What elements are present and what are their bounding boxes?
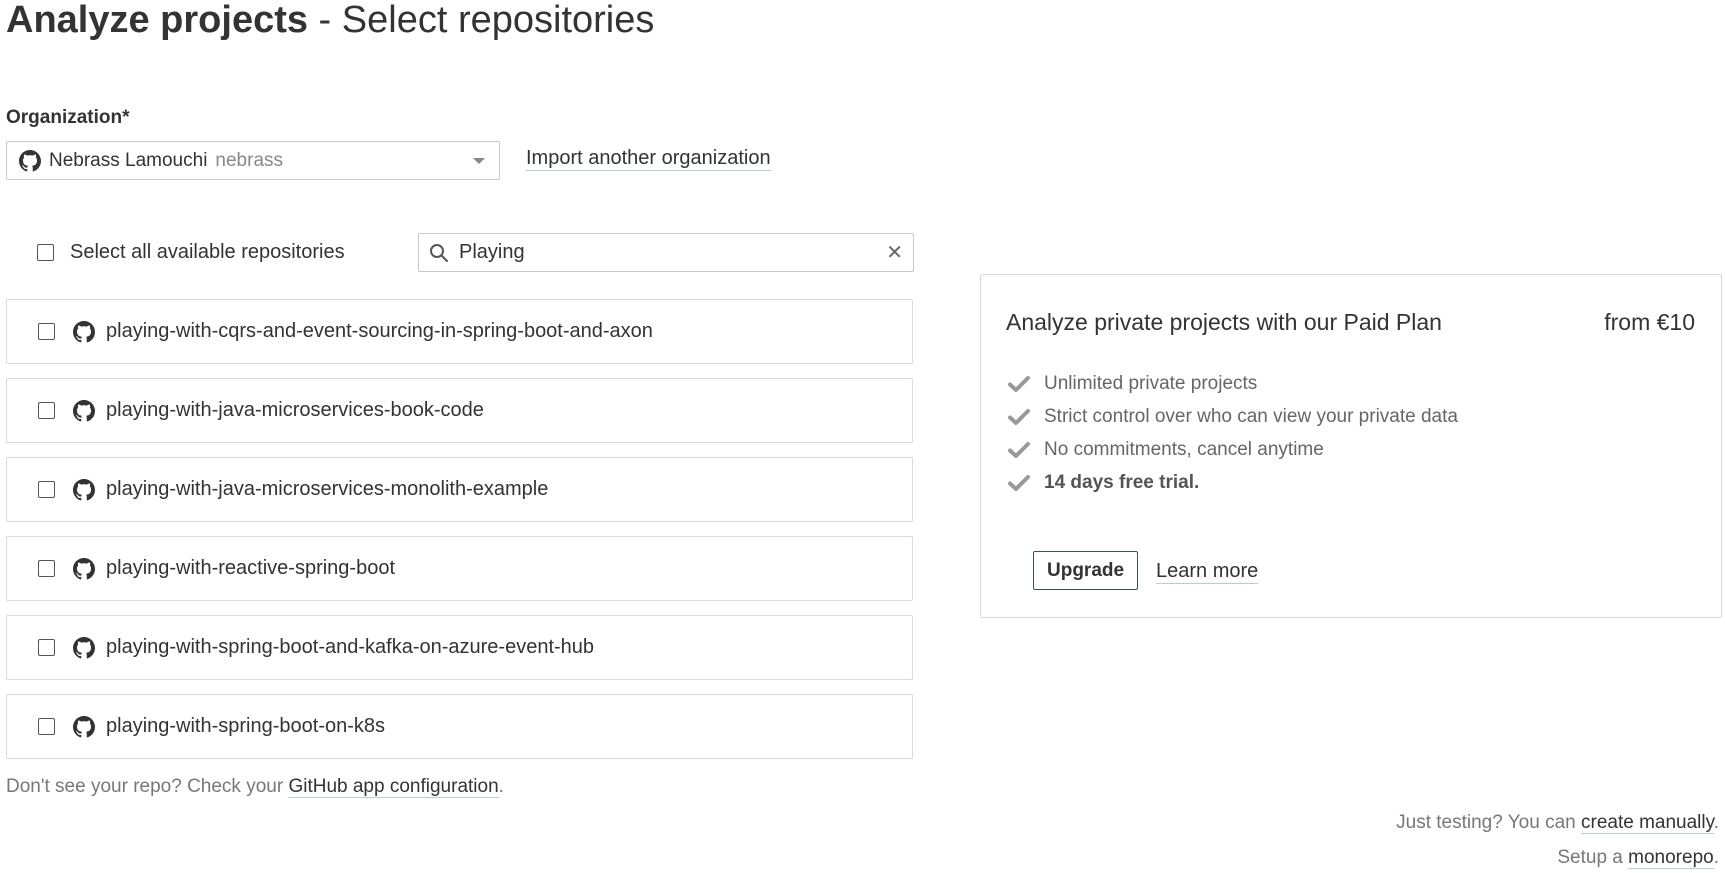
github-icon: [73, 320, 95, 342]
repo-checkbox[interactable]: [38, 481, 55, 498]
plan-feature-text: Strict control over who can view your pr…: [1044, 405, 1458, 427]
select-all-label[interactable]: Select all available repositories: [70, 241, 345, 264]
monorepo-link[interactable]: monorepo: [1628, 847, 1714, 869]
repo-name: playing-with-spring-boot-and-kafka-on-az…: [106, 636, 595, 658]
repo-checkbox[interactable]: [38, 402, 55, 419]
check-icon: [1008, 474, 1030, 491]
missing-repo-end: .: [498, 776, 504, 797]
repo-checkbox[interactable]: [38, 718, 55, 735]
repo-row[interactable]: playing-with-spring-boot-on-k8s: [6, 694, 913, 759]
plan-feature: No commitments, cancel anytime: [1008, 433, 1458, 466]
monorepo-hint: Setup a monorepo.: [1557, 847, 1719, 869]
organization-login: nebrass: [215, 149, 284, 171]
select-all-checkbox[interactable]: [37, 244, 54, 261]
check-icon: [1008, 441, 1030, 458]
repo-checkbox[interactable]: [38, 560, 55, 577]
repo-name: playing-with-java-microservices-monolith…: [106, 478, 549, 500]
repo-name: playing-with-cqrs-and-event-sourcing-in-…: [106, 320, 653, 342]
search-box: ✕: [418, 233, 914, 272]
plan-feature: Strict control over who can view your pr…: [1008, 400, 1458, 433]
organization-name: Nebrass Lamouchi: [49, 149, 208, 171]
repo-row[interactable]: playing-with-reactive-spring-boot: [6, 536, 913, 601]
plan-feature-text: 14 days free trial.: [1044, 471, 1200, 493]
github-icon: [73, 478, 95, 500]
search-input[interactable]: [457, 240, 857, 265]
create-manually-link[interactable]: create manually: [1581, 812, 1714, 834]
repo-name: playing-with-java-microservices-book-cod…: [106, 399, 484, 421]
github-icon: [73, 557, 95, 579]
github-icon: [73, 636, 95, 658]
repo-name: playing-with-reactive-spring-boot: [106, 557, 396, 579]
plan-price: from €10: [1604, 309, 1695, 335]
page-title: Analyze projects - Select repositories: [6, 0, 654, 42]
github-icon: [73, 715, 95, 737]
github-icon: [73, 399, 95, 421]
organization-label: Organization*: [6, 107, 130, 128]
repo-checkbox[interactable]: [38, 323, 55, 340]
organization-select[interactable]: Nebrass Lamouchi nebrass: [6, 141, 500, 180]
testing-text: Just testing? You can: [1396, 812, 1581, 833]
chevron-down-icon: [473, 158, 485, 164]
repo-row[interactable]: playing-with-spring-boot-and-kafka-on-az…: [6, 615, 913, 680]
repo-row[interactable]: playing-with-cqrs-and-event-sourcing-in-…: [6, 299, 913, 364]
paid-plan-card: Analyze private projects with our Paid P…: [980, 274, 1722, 618]
plan-feature: Unlimited private projects: [1008, 367, 1458, 400]
plan-feature: 14 days free trial.: [1008, 466, 1458, 499]
repo-checkbox[interactable]: [38, 639, 55, 656]
missing-repo-hint: Don't see your repo? Check your GitHub a…: [6, 776, 504, 798]
learn-more-link[interactable]: Learn more: [1156, 559, 1259, 584]
repo-row[interactable]: playing-with-java-microservices-monolith…: [6, 457, 913, 522]
repo-name: playing-with-spring-boot-on-k8s: [106, 715, 386, 737]
plan-features-list: Unlimited private projects Strict control…: [1008, 367, 1458, 499]
plan-feature-text: No commitments, cancel anytime: [1044, 438, 1324, 460]
page-title-separator: -: [308, 0, 342, 41]
close-icon[interactable]: ✕: [886, 243, 903, 263]
search-icon: [430, 243, 448, 262]
upgrade-button[interactable]: Upgrade: [1033, 551, 1139, 590]
page-title-main: Analyze projects: [6, 0, 308, 41]
monorepo-text: Setup a: [1557, 847, 1629, 868]
repo-row[interactable]: playing-with-java-microservices-book-cod…: [6, 378, 913, 443]
check-icon: [1008, 408, 1030, 425]
github-icon: [19, 149, 41, 171]
import-organization-link[interactable]: Import another organization: [526, 146, 771, 171]
testing-end: .: [1713, 812, 1719, 833]
monorepo-end: .: [1713, 847, 1719, 868]
check-icon: [1008, 375, 1030, 392]
repository-list: playing-with-cqrs-and-event-sourcing-in-…: [6, 299, 913, 773]
plan-title: Analyze private projects with our Paid P…: [1006, 309, 1442, 335]
page-title-sub: Select repositories: [341, 0, 655, 41]
select-all-row: Select all available repositories: [37, 241, 345, 264]
github-app-config-link[interactable]: GitHub app configuration: [288, 776, 499, 798]
missing-repo-text: Don't see your repo? Check your: [6, 776, 289, 797]
create-manually-hint: Just testing? You can create manually.: [1396, 812, 1719, 834]
plan-feature-text: Unlimited private projects: [1044, 372, 1258, 394]
